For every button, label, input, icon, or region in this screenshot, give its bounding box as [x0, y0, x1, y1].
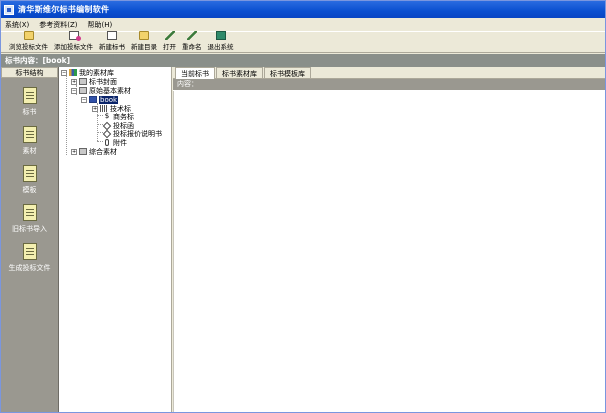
material-tree: − 我的素材库 + 标书封面 − 原始基本素材 − book + 技术标 $ 商… — [59, 67, 172, 412]
tree-node-label: 综合素材 — [89, 147, 117, 156]
collapse-icon[interactable]: − — [71, 87, 77, 94]
expand-icon[interactable]: + — [92, 105, 98, 112]
paperclip-icon — [105, 139, 109, 146]
exit-system-label: 退出系统 — [207, 43, 234, 51]
import-icon — [22, 204, 37, 221]
nav-item-label: 旧标书导入 — [12, 225, 47, 233]
new-bid-label: 新建标书 — [99, 43, 125, 51]
open-pen-icon — [164, 31, 175, 40]
new-document-icon — [107, 31, 117, 40]
rename-label: 重命名 — [182, 43, 202, 51]
rename-pen-icon — [186, 31, 197, 40]
window-title: 清华斯维尔标书编制软件 — [18, 5, 110, 14]
bid-content-path: 标书内容：[book] — [1, 54, 605, 67]
new-bid-button[interactable]: 新建标书 — [99, 31, 125, 51]
menu-help[interactable]: 帮助(H) — [88, 20, 113, 30]
diamond-icon — [102, 129, 112, 138]
document-icon — [22, 87, 37, 104]
book-icon — [89, 96, 97, 103]
grid-icon — [100, 105, 108, 112]
tree-node-label: 原始基本素材 — [89, 86, 131, 95]
generate-icon — [22, 243, 37, 260]
content-panel: 当前标书 标书素材库 标书模板库 内容： — [173, 67, 605, 412]
tab-bid-material-library[interactable]: 标书素材库 — [216, 67, 263, 78]
add-document-icon — [68, 31, 81, 41]
folder-open-icon — [23, 31, 34, 40]
material-icon — [22, 126, 37, 143]
nav-item-label: 标书 — [22, 108, 37, 116]
nav-item-bid[interactable]: 标书 — [1, 87, 58, 117]
menu-bar: 系统(X) 参考资料(Z) 帮助(H) — [1, 18, 605, 31]
new-directory-label: 新建目录 — [131, 43, 157, 51]
app-icon — [4, 4, 14, 15]
rename-button[interactable]: 重命名 — [182, 31, 202, 51]
nav-item-label: 素材 — [22, 147, 37, 155]
left-nav-panel: 标书结构 标书 素材 模板 旧标书导入 生成投标文件 — [1, 67, 59, 412]
new-folder-icon — [139, 31, 149, 40]
book-icon — [79, 148, 87, 155]
tree-node-price-statement[interactable]: 投标报价说明书 — [102, 129, 162, 138]
tree-node-label: book — [99, 95, 119, 104]
tab-strip: 当前标书 标书素材库 标书模板库 — [173, 67, 605, 79]
tab-bid-template-library[interactable]: 标书模板库 — [264, 67, 311, 78]
menu-system[interactable]: 系统(X) — [5, 20, 29, 30]
collapse-icon[interactable]: − — [61, 69, 67, 76]
expand-icon[interactable]: + — [71, 148, 77, 155]
book-icon — [79, 78, 87, 85]
nav-item-generate-bid-file[interactable]: 生成投标文件 — [1, 243, 58, 273]
content-editor[interactable] — [173, 91, 605, 412]
new-directory-button[interactable]: 新建目录 — [131, 31, 157, 51]
nav-item-label: 生成投标文件 — [8, 264, 51, 272]
bid-structure-header[interactable]: 标书结构 — [1, 67, 58, 78]
nav-item-label: 模板 — [22, 186, 37, 194]
menu-reference[interactable]: 参考资料(Z) — [39, 20, 77, 30]
tree-node-basic[interactable]: − 原始基本素材 — [71, 86, 131, 95]
browse-bid-file-label: 浏览投标文件 — [9, 43, 48, 51]
book-icon — [79, 87, 87, 94]
tree-node-general[interactable]: + 综合素材 — [71, 147, 117, 156]
add-bid-file-button[interactable]: 添加投标文件 — [54, 31, 93, 51]
collapse-icon[interactable]: − — [81, 96, 87, 103]
add-bid-file-label: 添加投标文件 — [54, 43, 93, 51]
open-button[interactable]: 打开 — [163, 31, 176, 51]
exit-icon — [215, 31, 226, 40]
main-window: 清华斯维尔标书编制软件 系统(X) 参考资料(Z) 帮助(H) 浏览投标文件 添… — [0, 0, 606, 413]
nav-item-import-old-bid[interactable]: 旧标书导入 — [1, 204, 58, 234]
toolbar: 浏览投标文件 添加投标文件 新建标书 新建目录 打开 重命名 退出系统 — [1, 31, 605, 53]
dollar-icon: $ — [104, 112, 110, 120]
tree-connector — [66, 75, 67, 155]
library-icon — [69, 69, 77, 76]
nav-item-material[interactable]: 素材 — [1, 126, 58, 156]
open-label: 打开 — [163, 43, 176, 51]
expand-icon[interactable]: + — [71, 78, 77, 85]
title-bar: 清华斯维尔标书编制软件 — [1, 1, 605, 18]
browse-bid-file-button[interactable]: 浏览投标文件 — [9, 31, 48, 51]
tab-current-bid[interactable]: 当前标书 — [175, 67, 215, 79]
exit-system-button[interactable]: 退出系统 — [208, 31, 234, 51]
content-label: 内容： — [173, 79, 605, 90]
nav-item-template[interactable]: 模板 — [1, 165, 58, 195]
template-icon — [22, 165, 37, 182]
